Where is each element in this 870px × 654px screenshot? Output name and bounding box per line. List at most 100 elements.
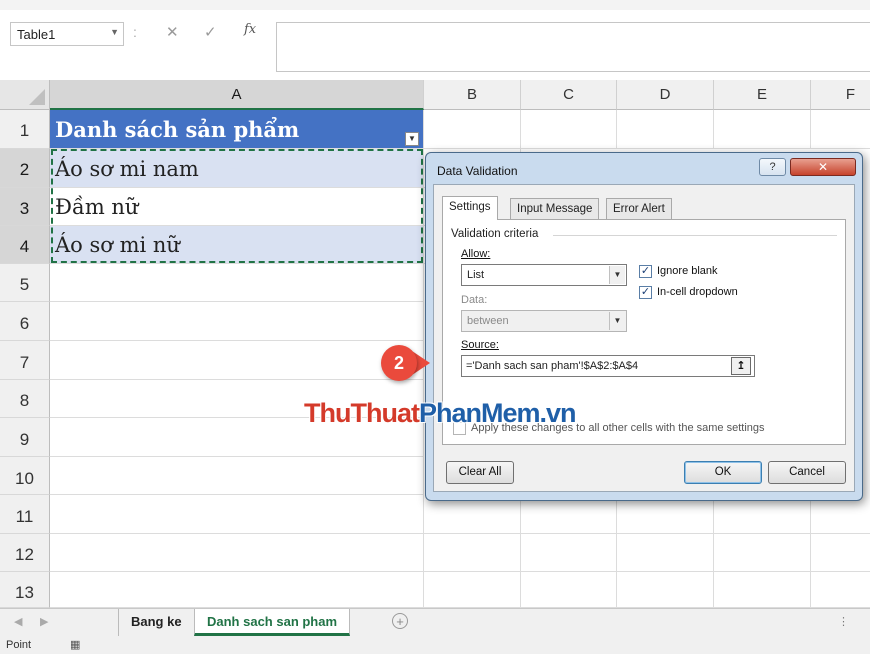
insert-function-icon[interactable]: fx (244, 22, 256, 37)
cell-d1[interactable] (617, 110, 714, 149)
cancel-icon[interactable]: ✕ (166, 23, 179, 41)
group-divider (553, 235, 837, 236)
dialog-body: Settings Input Message Error Alert Valid… (433, 184, 855, 492)
cell-e1[interactable] (714, 110, 811, 149)
validation-criteria-label: Validation criteria (451, 228, 543, 240)
ribbon-edge (0, 0, 870, 10)
row-header-1[interactable]: 1 (0, 110, 50, 149)
source-label: Source: (461, 339, 499, 351)
data-select: between ▼ (461, 310, 627, 332)
column-header-e[interactable]: E (714, 80, 811, 110)
cell[interactable] (714, 534, 811, 572)
column-header-d[interactable]: D (617, 80, 714, 110)
cell-a2[interactable]: Áo sơ mi nam (50, 149, 424, 188)
close-icon[interactable]: ✕ (790, 158, 856, 176)
select-all-triangle-icon (29, 89, 45, 105)
row-header-7[interactable]: 7 (0, 341, 50, 380)
clear-all-button[interactable]: Clear All (446, 461, 514, 484)
cell[interactable] (811, 534, 870, 572)
cell-f1[interactable] (811, 110, 870, 149)
watermark-part-3: .vn (539, 398, 577, 428)
sheet-tab-bang-ke[interactable]: Bang ke (118, 609, 195, 636)
cell-a1[interactable]: Danh sách sản phẩm (50, 110, 424, 149)
column-header-c[interactable]: C (521, 80, 617, 110)
cell-a4[interactable]: Áo sơ mi nữ (50, 226, 424, 264)
row-header-10[interactable]: 10 (0, 457, 50, 495)
row-header-6[interactable]: 6 (0, 302, 50, 341)
cell-a11[interactable] (50, 495, 424, 534)
cell[interactable] (521, 572, 617, 608)
row-header-5[interactable]: 5 (0, 264, 50, 302)
row-header-9[interactable]: 9 (0, 418, 50, 457)
data-label: Data: (461, 294, 488, 306)
cell[interactable] (617, 572, 714, 608)
cancel-button[interactable]: Cancel (768, 461, 846, 484)
cell[interactable] (811, 572, 870, 608)
cell[interactable] (617, 534, 714, 572)
help-icon[interactable]: ? (759, 158, 786, 176)
cell[interactable] (424, 572, 521, 608)
allow-label: Allow: (461, 248, 491, 260)
data-select-value: between (467, 315, 509, 327)
column-header-b[interactable]: B (424, 80, 521, 110)
allow-select-value: List (467, 269, 485, 281)
cell-a3[interactable]: Đầm nữ (50, 188, 424, 226)
column-header-a[interactable]: A (50, 80, 424, 110)
chevron-down-icon[interactable]: ▼ (110, 27, 119, 37)
formula-bar-separator: : (133, 24, 137, 40)
ignore-blank-label: Ignore blank (657, 265, 718, 277)
tab-settings[interactable]: Settings (442, 196, 498, 220)
cell-a10[interactable] (50, 457, 424, 495)
cell-a5[interactable] (50, 264, 424, 302)
add-sheet-icon[interactable]: + (392, 613, 408, 629)
row-header-8[interactable]: 8 (0, 380, 50, 418)
row-header-2[interactable]: 2 (0, 149, 50, 188)
cell-a12[interactable] (50, 534, 424, 572)
tab-scroll-handle[interactable]: ⋮ (838, 615, 849, 628)
row-header-12[interactable]: 12 (0, 534, 50, 572)
check-icon[interactable]: ✓ (204, 23, 217, 41)
cell[interactable] (424, 534, 521, 572)
data-validation-dialog: Data Validation ? ✕ Settings Input Messa… (425, 152, 863, 501)
formula-input[interactable] (276, 22, 870, 72)
prev-sheet-icon[interactable]: ◀ (14, 615, 22, 628)
column-header-f[interactable]: F (811, 80, 870, 110)
watermark: ThuThuatPhanMem.vn (304, 398, 577, 429)
ignore-blank-checkbox[interactable]: ✓ (639, 265, 652, 278)
cell-a7[interactable] (50, 341, 424, 380)
in-cell-dropdown-label: In-cell dropdown (657, 286, 738, 298)
allow-select[interactable]: List ▼ (461, 264, 627, 286)
name-box[interactable]: Table1 ▼ (10, 22, 124, 46)
watermark-part-2: PhanMem (418, 398, 541, 428)
filter-dropdown-icon[interactable]: ▼ (405, 132, 419, 146)
tab-input-message[interactable]: Input Message (510, 198, 600, 220)
formula-bar: Table1 ▼ : ✕ ✓ fx (0, 0, 870, 80)
cell-b1[interactable] (424, 110, 521, 149)
status-mode: Point (6, 639, 32, 651)
chevron-down-icon: ▼ (609, 312, 625, 330)
tab-error-alert[interactable]: Error Alert (606, 198, 672, 220)
status-bar: Point ▦ (0, 636, 870, 654)
cell-c1[interactable] (521, 110, 617, 149)
cell-a13[interactable] (50, 572, 424, 608)
row-header-4[interactable]: 4 (0, 226, 50, 264)
macro-record-icon[interactable]: ▦ (70, 638, 80, 651)
chevron-down-icon[interactable]: ▼ (609, 266, 625, 284)
cell[interactable] (521, 534, 617, 572)
source-input[interactable]: ='Danh sach san pham'!$A$2:$A$4 (461, 355, 755, 377)
sheet-tab-danh-sach-san-pham[interactable]: Danh sach san pham (194, 609, 351, 636)
row-header-3[interactable]: 3 (0, 188, 50, 226)
row-header-13[interactable]: 13 (0, 572, 50, 608)
in-cell-dropdown-checkbox[interactable]: ✓ (639, 286, 652, 299)
cell-a6[interactable] (50, 302, 424, 341)
name-box-value: Table1 (17, 27, 56, 42)
watermark-part-1: ThuThuat (304, 398, 420, 428)
select-all-button[interactable] (0, 80, 50, 110)
next-sheet-icon[interactable]: ▶ (40, 615, 48, 628)
sheet-tab-bar: ◀ ▶ Bang ke Danh sach san pham + ⋮ (0, 608, 870, 636)
row-header-11[interactable]: 11 (0, 495, 50, 534)
cell[interactable] (714, 572, 811, 608)
collapse-dialog-icon[interactable]: ↥ (731, 357, 751, 375)
dialog-title: Data Validation (437, 164, 518, 178)
ok-button[interactable]: OK (684, 461, 762, 484)
